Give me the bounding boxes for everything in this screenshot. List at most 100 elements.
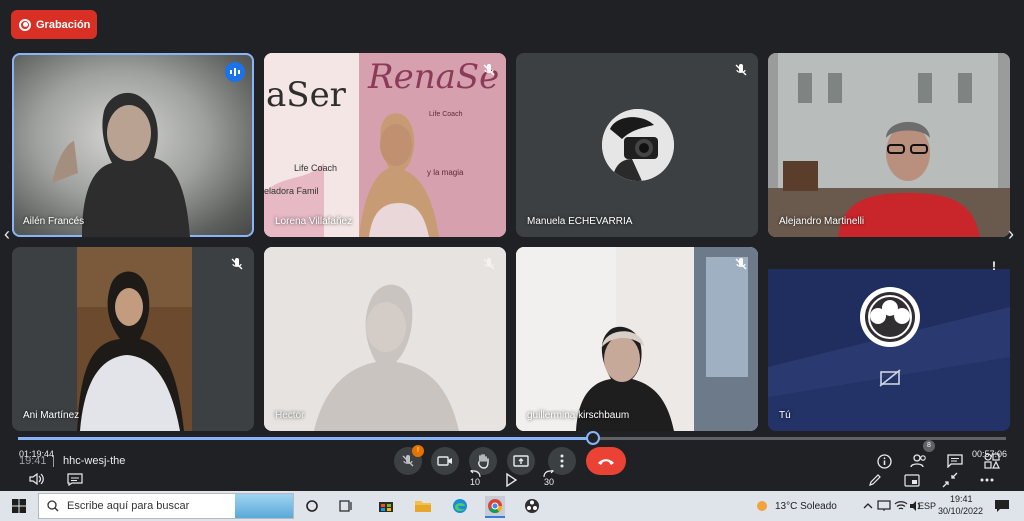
notification-icon [995,500,1009,512]
sun-icon [757,501,767,511]
speaking-indicator-icon [225,62,245,82]
captions-button[interactable] [66,472,84,486]
participant-name: Manuela ECHEVARRIA [527,216,633,227]
participant-video [77,247,192,431]
banner-text: Life Coach [294,163,338,173]
forward-30-button[interactable]: 30 [538,470,560,488]
collapse-icon [942,472,958,488]
video-tile-guillermina[interactable]: guillermina kirschbaum [516,247,758,431]
camera-off-icon [879,369,901,387]
play-icon [506,473,517,487]
taskbar-edge[interactable] [450,496,470,516]
taskbar-obs[interactable] [522,496,542,516]
info-icon [876,453,892,469]
windows-logo-icon [12,499,26,513]
player-more-button[interactable] [978,472,996,488]
obs-icon [525,499,539,513]
video-tile-alejandro[interactable]: Alejandro Martinelli [768,53,1010,237]
task-view-button[interactable] [336,496,356,516]
playback-progress-fill [18,437,594,440]
participant-name: Alejandro Martinelli [779,216,865,227]
video-tile-ani[interactable]: Ani Martínez [12,247,254,431]
hand-icon [478,454,489,469]
participant-video [768,53,1010,237]
previous-page-icon[interactable]: ‹ [4,224,10,245]
notifications-button[interactable] [992,496,1012,516]
play-button[interactable] [503,472,519,488]
banner-text: Life Coach [429,111,463,118]
volume-button[interactable] [28,472,46,486]
input-language[interactable]: ESP [918,501,936,511]
chat-button[interactable] [946,453,964,469]
video-tile-hector[interactable]: Hector [264,247,506,431]
present-screen-button[interactable] [507,447,535,475]
search-placeholder: Escribe aquí para buscar [67,500,190,512]
camera-icon [437,456,452,466]
banner-text: eladora Famil [264,186,319,196]
mic-off-icon [483,258,495,270]
participant-name: Lorena Villafañez [275,216,353,227]
clock-time[interactable]: 19:41 [950,494,973,504]
picture-in-picture-button[interactable] [903,472,921,488]
weather-widget[interactable] [752,496,772,516]
monitor-icon [877,500,891,511]
taskbar-chrome[interactable] [485,496,505,518]
avatar [602,109,674,181]
recording-button[interactable]: Grabación [11,10,97,39]
record-icon [19,18,31,31]
activities-button[interactable] [983,453,1001,469]
participant-name: Tú [779,410,791,421]
annotate-button[interactable] [867,472,883,488]
shapes-icon [984,453,1000,469]
playback-scrub-handle[interactable] [586,431,601,445]
search-highlight-image [235,494,293,518]
participant-video [516,247,758,431]
banner-text: y la magia [427,168,464,177]
mic-off-icon [402,455,414,467]
weather-text[interactable]: 13°C Soleado [775,501,837,512]
video-tile-self[interactable]: ! Tú [768,247,1010,431]
next-page-icon[interactable]: › [1008,224,1014,245]
recording-label: Grabación [36,18,91,31]
taskbar-search-input[interactable]: Escribe aquí para buscar [38,493,294,519]
store-icon [379,502,393,512]
more-horiz-icon [980,478,994,482]
video-tile-manuela[interactable]: Manuela ECHEVARRIA [516,53,758,237]
meeting-time: 19:41 [19,455,47,467]
pip-icon [904,473,920,487]
mic-warning-badge: ! [412,445,424,457]
participant-name: Ani Martínez [23,410,80,421]
chrome-icon [488,499,502,513]
cortana-icon [306,500,318,512]
meeting-code: hhc-wesj-the [63,455,126,467]
start-button[interactable] [9,496,29,516]
video-tile-ailen[interactable]: Ailén Francés [12,53,254,237]
notice-icon: ! [992,259,996,273]
divider [53,455,54,467]
video-tile-lorena[interactable]: aSer RenaSe Life Coach Life Coach elador… [264,53,506,237]
task-view-button[interactable] [302,496,322,516]
rewind-10-button[interactable]: 10 [464,470,486,488]
people-button[interactable] [910,453,928,469]
leave-call-button[interactable] [586,447,626,475]
taskbar-app-store[interactable] [376,496,396,516]
task-view-icon [339,500,352,512]
participant-video [52,92,190,237]
exit-fullscreen-button[interactable] [941,472,959,488]
search-icon [47,500,59,512]
banner-text: RenaSe [368,57,500,97]
pencil-icon [869,474,881,486]
clock-date[interactable]: 30/10/2022 [938,506,983,516]
playback-progress-bar[interactable] [18,431,1006,445]
participant-name: Hector [275,410,305,421]
taskbar-file-explorer[interactable] [413,496,433,516]
rewind-label: 10 [469,477,480,487]
edge-icon [453,499,467,513]
meeting-details-button[interactable] [876,453,892,469]
participant-count-badge: 8 [923,440,935,452]
chat-icon [947,454,963,468]
hang-up-icon [598,459,614,465]
chevron-up-icon [863,503,873,509]
camera-button[interactable] [431,447,459,475]
participant-video [264,247,506,431]
